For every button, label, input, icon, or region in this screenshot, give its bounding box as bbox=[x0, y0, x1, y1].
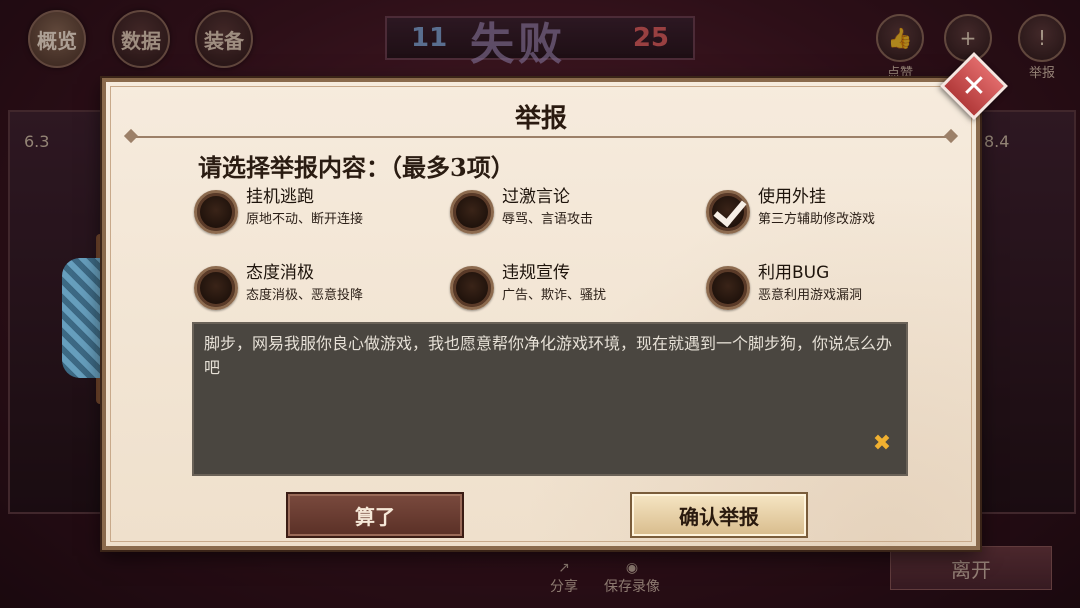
checkbox-icon[interactable] bbox=[706, 266, 750, 310]
option-title: 过激言论 bbox=[502, 187, 570, 207]
option-desc: 恶意利用游戏漏洞 bbox=[758, 288, 863, 303]
title-divider bbox=[130, 136, 952, 138]
report-option-negative-attitude[interactable]: 态度消极 态度消极、恶意投降 bbox=[194, 260, 363, 310]
report-option-spam[interactable]: 违规宣传 广告、欺诈、骚扰 bbox=[450, 260, 606, 310]
option-desc: 广告、欺诈、骚扰 bbox=[502, 288, 607, 303]
report-prompt: 请选择举报内容：（最多3项） bbox=[198, 153, 515, 182]
confirm-report-button[interactable]: 确认举报 bbox=[630, 492, 808, 538]
option-desc: 态度消极、恶意投降 bbox=[246, 288, 364, 303]
checkbox-icon[interactable] bbox=[194, 190, 238, 234]
option-title: 使用外挂 bbox=[758, 187, 826, 207]
checkbox-icon[interactable] bbox=[194, 266, 238, 310]
comment-text: 脚步，网易我服你良心做游戏，我也愿意帮你净化游戏环境，现在就遇到一个脚步狗，你说… bbox=[204, 334, 893, 377]
checkbox-checked-icon[interactable] bbox=[706, 190, 750, 234]
report-option-abusive-speech[interactable]: 过激言论 辱骂、言语攻击 bbox=[450, 184, 593, 234]
close-icon: ✕ bbox=[961, 68, 987, 104]
option-desc: 辱骂、言语攻击 bbox=[502, 212, 594, 227]
report-dialog: 举报 请选择举报内容：（最多3项） 挂机逃跑 原地不动、断开连接 过激言论 辱骂… bbox=[102, 78, 980, 550]
report-comment-textarea[interactable]: 脚步，网易我服你良心做游戏，我也愿意帮你净化游戏环境，现在就遇到一个脚步狗，你说… bbox=[192, 322, 908, 476]
checkbox-icon[interactable] bbox=[450, 266, 494, 310]
option-title: 态度消极 bbox=[246, 263, 314, 283]
option-desc: 原地不动、断开连接 bbox=[246, 212, 364, 227]
report-option-cheating[interactable]: 使用外挂 第三方辅助修改游戏 bbox=[706, 184, 875, 234]
clear-icon[interactable]: ✖ bbox=[872, 433, 892, 455]
checkbox-icon[interactable] bbox=[450, 190, 494, 234]
option-desc: 第三方辅助修改游戏 bbox=[758, 212, 876, 227]
option-title: 违规宣传 bbox=[502, 263, 570, 283]
option-title: 利用BUG bbox=[758, 263, 830, 283]
option-title: 挂机逃跑 bbox=[246, 187, 314, 207]
report-option-bug-abuse[interactable]: 利用BUG 恶意利用游戏漏洞 bbox=[706, 260, 862, 310]
dialog-title: 举报 bbox=[514, 104, 567, 134]
cancel-button[interactable]: 算了 bbox=[286, 492, 464, 538]
report-option-afk[interactable]: 挂机逃跑 原地不动、断开连接 bbox=[194, 184, 363, 234]
